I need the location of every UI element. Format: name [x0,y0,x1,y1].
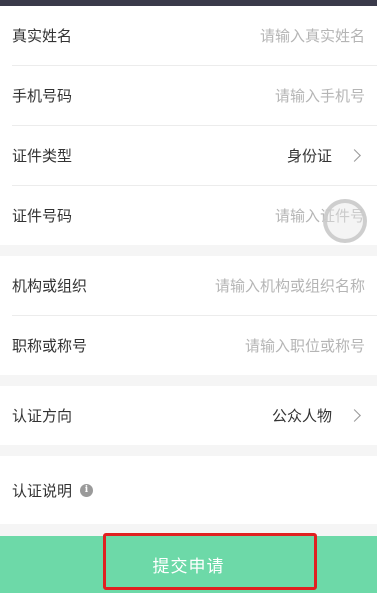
section-gap [0,375,377,386]
description-label: 认证说明 [12,481,73,500]
id-type-select[interactable]: 身份证 [287,145,365,166]
id-number-label: 证件号码 [12,207,73,225]
organization-input[interactable]: 请输入机构或组织名称 [215,275,365,296]
highlight-box [103,533,317,590]
direction-label: 认证方向 [12,407,73,425]
id-type-row[interactable]: 证件类型 身份证 [0,126,377,185]
title-label: 职称或称号 [12,337,88,355]
real-name-input[interactable]: 请输入真实姓名 [260,25,365,46]
organization-group: 机构或组织 请输入机构或组织名称 职称或称号 请输入职位或称号 [0,256,377,375]
section-gap [0,445,377,456]
direction-value: 公众人物 [271,407,332,425]
phone-label: 手机号码 [12,87,73,105]
touch-indicator [323,199,367,243]
description-group: 认证说明 i [0,456,377,524]
organization-label: 机构或组织 [12,277,88,295]
direction-row[interactable]: 认证方向 公众人物 [0,386,377,445]
chevron-right-icon [348,149,361,162]
direction-group: 认证方向 公众人物 [0,386,377,445]
personal-info-group: 真实姓名 请输入真实姓名 手机号码 请输入手机号 证件类型 身份证 证件号码 请… [0,6,377,245]
phone-row[interactable]: 手机号码 请输入手机号 [0,66,377,125]
real-name-row[interactable]: 真实姓名 请输入真实姓名 [0,6,377,65]
chevron-right-icon [348,409,361,422]
id-type-value: 身份证 [286,147,332,165]
section-gap [0,245,377,256]
organization-row[interactable]: 机构或组织 请输入机构或组织名称 [0,256,377,315]
direction-select[interactable]: 公众人物 [272,405,365,426]
title-row[interactable]: 职称或称号 请输入职位或称号 [0,316,377,375]
description-row: 认证说明 i [0,456,377,524]
phone-input[interactable]: 请输入手机号 [275,85,365,106]
id-number-row[interactable]: 证件号码 请输入证件号 [0,186,377,245]
info-icon[interactable]: i [80,483,94,497]
title-input[interactable]: 请输入职位或称号 [245,335,365,356]
id-type-label: 证件类型 [12,147,73,165]
real-name-label: 真实姓名 [12,27,73,45]
